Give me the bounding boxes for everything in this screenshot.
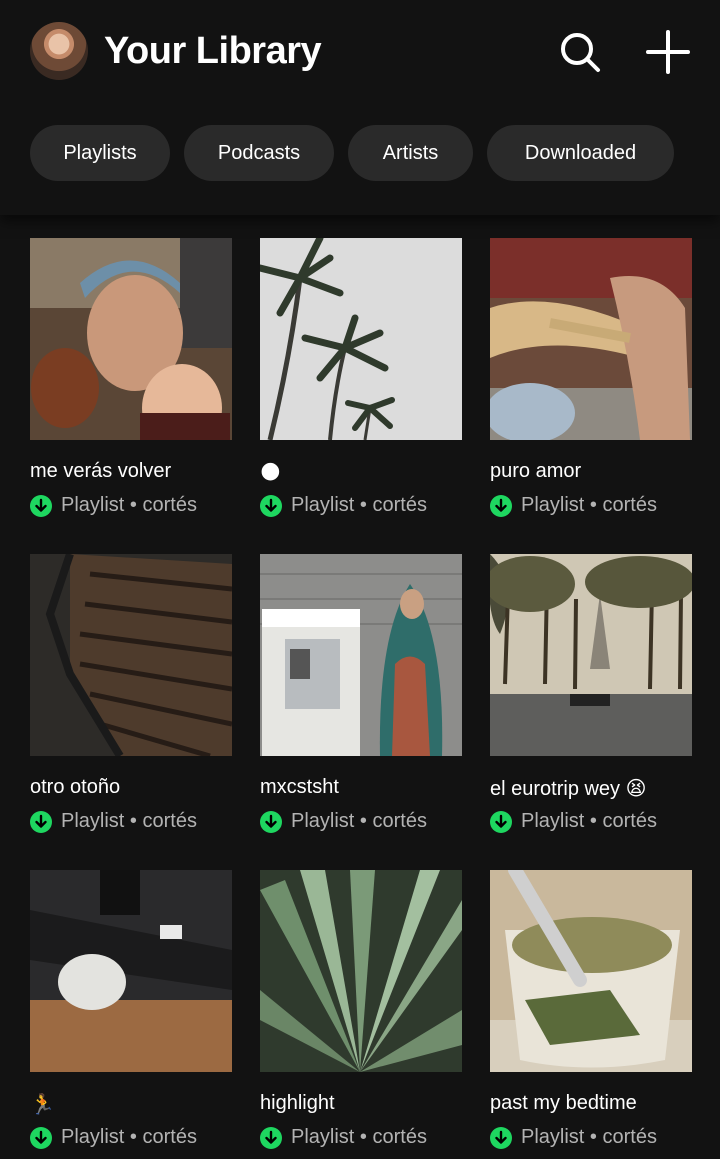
playlist-tile[interactable]: past my bedtime Playlist • cortés [490,870,692,1149]
playlist-owner: cortés [602,1126,657,1148]
playlist-type: Playlist [521,1126,585,1148]
playlist-type: Playlist [521,494,585,516]
playlist-meta: Playlist • cortés [260,1126,462,1149]
downloaded-icon [30,810,52,833]
playlist-meta: Playlist • cortés [30,810,232,833]
filter-chip-podcasts[interactable]: Podcasts [184,125,334,181]
playlist-meta: Playlist • cortés [30,494,232,517]
search-icon [561,33,600,72]
playlist-title: 🏃 [30,1092,232,1118]
playlist-cover [260,554,462,756]
playlist-type: Playlist [291,494,355,516]
playlist-title: mxcstsht [260,776,339,798]
playlist-tile[interactable]: otro otoño Playlist • cortés [30,554,232,833]
downloaded-icon [30,1126,52,1149]
playlist-title: past my bedtime [490,1092,637,1114]
playlist-emoji: 😫 [625,778,647,800]
downloaded-icon [490,494,512,517]
playlist-owner: cortés [142,1126,197,1148]
page-title: Your Library [104,30,322,72]
playlist-meta: Playlist • cortés [260,494,462,517]
filter-chip-playlists[interactable]: Playlists [30,125,170,181]
playlist-meta: Playlist • cortés [30,1126,232,1149]
playlist-tile[interactable]: mxcstsht Playlist • cortés [260,554,462,833]
playlist-title: el eurotrip wey 😫 [490,778,647,800]
downloaded-icon [490,810,512,833]
playlist-owner: cortés [142,810,197,832]
add-button[interactable] [644,28,692,76]
playlist-owner: cortés [372,1126,427,1148]
playlist-type: Playlist [521,810,585,832]
playlist-owner: cortés [602,810,657,832]
playlist-owner: cortés [602,494,657,516]
playlist-tile[interactable]: highlight Playlist • cortés [260,870,462,1149]
playlist-cover [260,238,462,440]
playlist-type: Playlist [61,494,125,516]
library-header: Your Library Playlists Podcasts Artists … [0,0,720,215]
downloaded-icon [490,1126,512,1149]
playlist-title: 🌑 [260,460,462,486]
playlist-emoji: 🌑 [260,462,281,484]
playlist-owner: cortés [142,494,197,516]
search-button[interactable] [556,28,604,76]
downloaded-icon [30,494,52,517]
playlist-tile[interactable]: me verás volver Playlist • cortés [30,238,232,517]
downloaded-icon [260,1126,282,1149]
playlist-type: Playlist [61,1126,125,1148]
playlist-cover [30,238,232,440]
plus-icon [646,30,690,74]
playlist-type: Playlist [291,810,355,832]
playlist-meta: Playlist • cortés [260,810,462,833]
playlist-cover [490,554,692,756]
playlist-title: highlight [260,1092,335,1114]
playlist-type: Playlist [61,810,125,832]
playlist-title: otro otoño [30,776,121,798]
playlist-cover [490,238,692,440]
playlist-title: me verás volver [30,460,172,482]
playlist-emoji: 🏃 [30,1094,55,1116]
filter-chip-artists[interactable]: Artists [348,125,473,181]
playlist-tile[interactable]: 🏃 Playlist • cortés [30,870,232,1149]
profile-avatar[interactable] [30,22,88,80]
filter-chip-downloaded[interactable]: Downloaded [487,125,674,181]
playlist-cover [490,870,692,1072]
playlist-meta: Playlist • cortés [490,494,692,517]
playlist-tile[interactable]: 🌑 Playlist • cortés [260,238,462,517]
playlist-meta: Playlist • cortés [490,1126,692,1149]
playlist-cover [260,870,462,1072]
playlist-title: puro amor [490,460,582,482]
playlist-meta: Playlist • cortés [490,810,692,833]
playlist-tile[interactable]: puro amor Playlist • cortés [490,238,692,517]
downloaded-icon [260,810,282,833]
playlist-owner: cortés [372,494,427,516]
downloaded-icon [260,494,282,517]
playlist-cover [30,870,232,1072]
playlist-owner: cortés [372,810,427,832]
playlist-tile[interactable]: el eurotrip wey 😫 Playlist • cortés [490,554,692,833]
filter-chips: Playlists Podcasts Artists Downloaded [30,125,674,181]
playlist-cover [30,554,232,756]
playlist-type: Playlist [291,1126,355,1148]
